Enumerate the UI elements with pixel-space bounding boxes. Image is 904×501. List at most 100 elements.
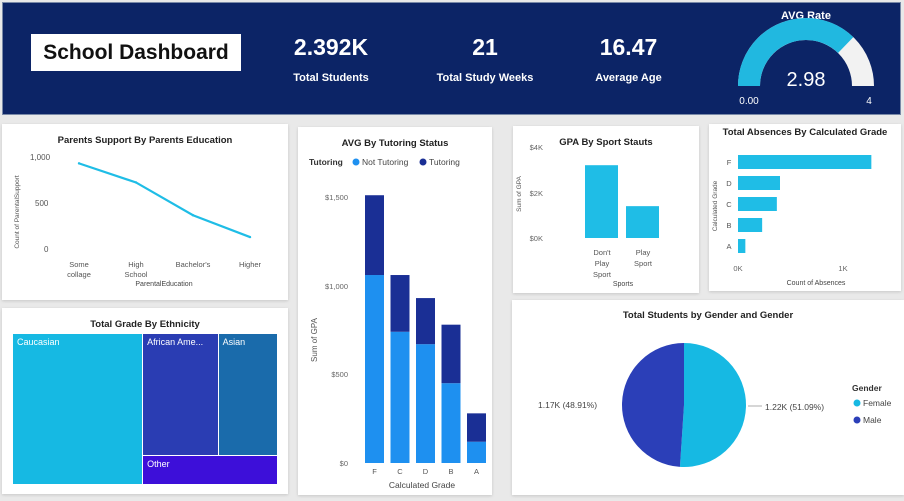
x-tick-label: B bbox=[448, 467, 453, 476]
absences-bar-chart: Calculated Grade 0K 1K Count of Absences… bbox=[712, 155, 872, 287]
treemap-label: Asian bbox=[222, 337, 246, 347]
treemap-tile-asian[interactable]: Asian bbox=[218, 334, 278, 457]
legend-label[interactable]: Male bbox=[863, 415, 882, 425]
gauge-min-label: 0.00 bbox=[739, 96, 759, 107]
sport-bar-chart: Sum of GPA $4K $2K $0K Don't Play Sport Pl… bbox=[516, 143, 659, 288]
sport-bar bbox=[626, 206, 659, 238]
category-label-line: High bbox=[128, 260, 143, 269]
dashboard-title: School Dashboard bbox=[43, 40, 229, 64]
legend-swatch-not-tutoring bbox=[352, 158, 360, 166]
pie-slice-male bbox=[622, 343, 684, 467]
y-axis-label: Sum of GPA bbox=[516, 176, 523, 212]
kpi-total-study-weeks: 21 Total Study Weeks bbox=[420, 34, 550, 84]
sport-card: GPA By Sport Stauts Sum of GPA $4K $2K $… bbox=[513, 126, 699, 293]
category-label: Bachelor's bbox=[176, 260, 211, 269]
y-axis-label: Count of ParentalSupport bbox=[14, 175, 21, 249]
absence-bar bbox=[738, 197, 777, 211]
y-tick-label: $1,500 bbox=[325, 193, 348, 202]
gauge-value: 2.98 bbox=[787, 69, 826, 91]
ethnicity-treemap: Caucasian African Ame... Asian Other bbox=[13, 334, 278, 485]
y-tick-label: D bbox=[726, 179, 732, 188]
treemap-tile-caucasian[interactable]: Caucasian bbox=[13, 334, 144, 485]
chart-title: Total Grade By Ethnicity bbox=[90, 319, 200, 330]
avg-rate-gauge: AVG Rate 2.98 0.00 4 bbox=[738, 10, 874, 107]
treemap-tile-african-american[interactable]: African Ame... bbox=[143, 334, 219, 457]
header-banner: School Dashboard 2.392K Total Students 2… bbox=[2, 2, 901, 115]
y-tick-label: F bbox=[727, 158, 732, 167]
sport-bar bbox=[585, 165, 618, 238]
category-label-line: collage bbox=[67, 270, 91, 279]
x-axis-label: Calculated Grade bbox=[389, 480, 455, 490]
category-label-line: Don't bbox=[593, 248, 611, 257]
x-axis-label: ParentalEducation bbox=[135, 281, 192, 288]
category-label: Somecollage bbox=[67, 260, 91, 279]
kpi-value: 2.392K bbox=[293, 34, 369, 60]
category-label-line: Play bbox=[595, 259, 610, 268]
absence-bar bbox=[738, 218, 763, 232]
category-label: Play Sport bbox=[634, 248, 653, 268]
absences-card: Total Absences By Calculated Grade Calcu… bbox=[709, 124, 901, 291]
y-axis-label: Sum of GPA bbox=[310, 317, 319, 362]
legend-title: Tutoring bbox=[309, 157, 343, 167]
bar-tutoring bbox=[365, 195, 384, 276]
y-tick-label: $0 bbox=[340, 459, 348, 468]
kpi-total-students: 2.392K Total Students bbox=[271, 34, 391, 84]
y-tick-label: A bbox=[726, 242, 731, 251]
y-tick-label: $2K bbox=[530, 189, 543, 198]
legend-swatch-female bbox=[853, 399, 861, 407]
y-tick-label: 500 bbox=[35, 199, 49, 208]
category-label-line: Sport bbox=[593, 270, 612, 279]
absence-bar bbox=[738, 176, 780, 190]
x-tick-label: 1K bbox=[838, 264, 847, 273]
y-tick-label: B bbox=[726, 221, 731, 230]
category-label: Don't Play Sport bbox=[593, 248, 612, 279]
bar-not-tutoring bbox=[365, 275, 384, 463]
treemap-label: Other bbox=[147, 459, 170, 470]
treemap-tile-other[interactable]: Other bbox=[143, 456, 278, 485]
category-label: Higher bbox=[239, 260, 262, 269]
absence-bar bbox=[738, 239, 746, 253]
category-label-line: Play bbox=[636, 248, 651, 257]
ethnicity-card: Total Grade By Ethnicity Caucasian Africa… bbox=[2, 308, 288, 494]
y-tick-label: $1,000 bbox=[325, 282, 348, 291]
treemap-label: African Ame... bbox=[147, 337, 204, 347]
bar-not-tutoring bbox=[390, 331, 410, 463]
bar-tutoring bbox=[416, 298, 435, 345]
x-tick-label: 0K bbox=[733, 264, 742, 273]
kpi-value: 16.47 bbox=[599, 34, 658, 60]
parents-support-card: Parents Support By Parents Education Cou… bbox=[2, 124, 288, 300]
line-point bbox=[248, 235, 252, 239]
absence-bar bbox=[738, 155, 872, 169]
kpi-average-age: 16.47 Average Age bbox=[576, 34, 681, 84]
legend-swatch-tutoring bbox=[419, 158, 427, 166]
tutoring-card: AVG By Tutoring Status Tutoring Not Tuto… bbox=[298, 127, 492, 495]
y-tick-label: 1,000 bbox=[30, 153, 51, 162]
x-tick-label: A bbox=[474, 467, 479, 476]
parents-support-series-line bbox=[78, 162, 251, 239]
bar-not-tutoring bbox=[467, 441, 486, 463]
line-point bbox=[77, 162, 81, 165]
y-tick-label: 0 bbox=[44, 245, 49, 254]
x-tick-label: D bbox=[423, 467, 429, 476]
treemap-label: Caucasian bbox=[17, 337, 60, 347]
x-tick-label: C bbox=[397, 467, 403, 476]
gender-card: Total Students by Gender and Gender 1.17… bbox=[512, 300, 904, 495]
legend-label[interactable]: Tutoring bbox=[429, 157, 460, 167]
legend-label[interactable]: Not Tutoring bbox=[362, 157, 409, 167]
line-point bbox=[191, 214, 195, 217]
kpi-label: Average Age bbox=[595, 72, 662, 84]
dashboard-title-box: School Dashboard bbox=[31, 34, 241, 71]
legend-title: Gender bbox=[852, 383, 882, 393]
bar-tutoring bbox=[467, 413, 486, 442]
bar-tutoring bbox=[441, 324, 461, 384]
x-axis-label: Count of Absences bbox=[787, 280, 846, 287]
legend-swatch-male bbox=[853, 416, 861, 424]
line-point bbox=[134, 181, 138, 184]
gender-pie-chart: 1.17K (48.91%) 1.22K (51.09%) Gender Fem… bbox=[538, 343, 892, 467]
y-tick-label: $0K bbox=[530, 234, 543, 243]
y-axis-label: Calculated Grade bbox=[712, 180, 719, 231]
kpi-label: Total Students bbox=[293, 72, 369, 84]
category-label-line: Some bbox=[69, 260, 89, 269]
tutoring-stacked-bar-chart: Tutoring Not Tutoring Tutoring Sum of GP… bbox=[309, 157, 486, 490]
legend-label[interactable]: Female bbox=[863, 398, 892, 408]
